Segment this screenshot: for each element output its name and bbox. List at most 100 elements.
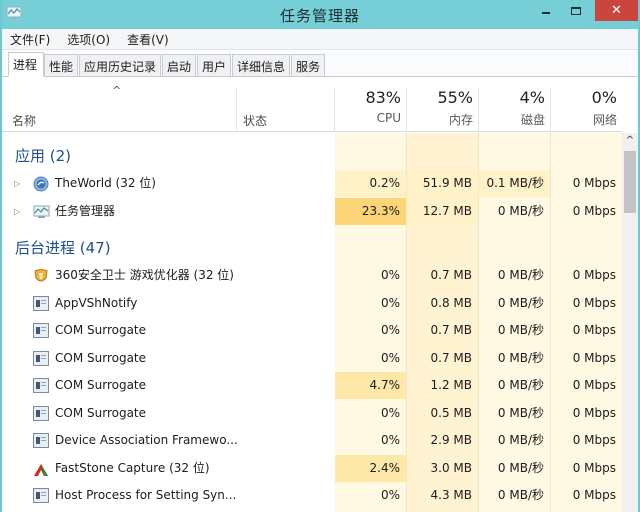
process-row[interactable]: FastStone Capture (32 位) 2.4% 3.0 MB 0 MB/秒…: [2, 454, 622, 482]
disk-value: 0 MB/秒: [497, 295, 544, 310]
menu-options[interactable]: 选项(O): [67, 31, 110, 48]
disk-value: 0 MB/秒: [497, 323, 544, 337]
theworld-browser-icon: [33, 176, 49, 192]
process-name: COM Surrogate: [55, 378, 147, 392]
process-name: COM Surrogate: [55, 350, 147, 365]
maximize-button[interactable]: [562, 0, 590, 21]
network-value: 0 Mbps: [572, 203, 616, 218]
scroll-up-icon[interactable]: ^: [622, 133, 638, 149]
network-value: 0 Mbps: [572, 176, 616, 190]
scroll-thumb[interactable]: [624, 151, 636, 213]
column-divider[interactable]: [236, 88, 237, 131]
disk-total-percent: 4%: [519, 88, 545, 107]
network-value: 0 Mbps: [572, 405, 616, 420]
tab-bar: 进程 性能 应用历史记录 启动 用户 详细信息 服务: [2, 51, 638, 77]
process-row[interactable]: COM Surrogate 0% 0.7 MB 0 MB/秒 0 Mbps: [2, 317, 622, 344]
cpu-value: 0%: [380, 268, 400, 282]
network-value: 0 Mbps: [572, 323, 616, 337]
cpu-value: 0%: [380, 350, 400, 365]
memory-value: 0.5 MB: [430, 405, 472, 420]
memory-label: 内存: [448, 113, 473, 127]
process-row[interactable]: COM Surrogate 4.7% 1.2 MB 0 MB/秒 0 Mbps: [2, 372, 622, 399]
network-total-percent: 0%: [591, 88, 617, 107]
cpu-value: 23.3%: [335, 197, 406, 225]
generic-process-icon: [33, 378, 49, 393]
network-value: 0 Mbps: [572, 460, 616, 475]
disk-value: 0 MB/秒: [497, 460, 544, 475]
process-name: AppVShNotify: [55, 295, 138, 310]
cpu-value: 0.2%: [335, 170, 406, 197]
generic-process-icon: [33, 433, 49, 448]
memory-value: 1.2 MB: [430, 378, 472, 392]
tab-services[interactable]: 服务: [291, 54, 325, 76]
network-label: 网络: [592, 113, 617, 127]
process-name: Device Association Framewo...: [55, 433, 238, 447]
column-disk[interactable]: 4% 磁盘: [479, 88, 545, 128]
network-value: 0 Mbps: [572, 433, 616, 447]
cpu-value: 0%: [380, 295, 400, 310]
minimize-icon: [542, 11, 550, 14]
title-bar: 任务管理器 ✕: [2, 0, 638, 29]
close-button[interactable]: ✕: [595, 0, 638, 21]
generic-process-icon: [33, 488, 49, 503]
expand-arrow-icon[interactable]: ▷: [14, 198, 20, 225]
disk-label: 磁盘: [520, 113, 545, 127]
process-name: TheWorld (32 位): [55, 176, 156, 190]
process-name: Host Process for Setting Syn...: [55, 488, 237, 502]
memory-value: 0.8 MB: [430, 295, 472, 310]
generic-process-icon: [33, 405, 49, 421]
memory-value: 0.7 MB: [430, 350, 472, 365]
network-value: 0 Mbps: [572, 268, 616, 282]
tab-processes[interactable]: 进程: [8, 52, 44, 77]
process-row[interactable]: 360安全卫士 游戏优化器 (32 位) 0% 0.7 MB 0 MB/秒 0 Mbps: [2, 262, 622, 289]
process-row[interactable]: ▷ TheWorld (32 位) 0.2% 51.9 MB 0.1 MB/秒 0 Mbp…: [2, 170, 622, 197]
tab-startup[interactable]: 启动: [162, 54, 196, 76]
generic-process-icon: [33, 323, 49, 338]
process-list: 应用 (2) 后台进程 (47) ▷ TheWorld (32 位) 0.2% 51.…: [2, 133, 622, 512]
column-memory[interactable]: 55% 内存: [407, 88, 473, 128]
menu-view[interactable]: 查看(V): [127, 31, 169, 48]
disk-value: 0 MB/秒: [497, 203, 544, 218]
memory-value: 51.9 MB: [407, 170, 478, 197]
faststone-capture-icon: [33, 461, 49, 476]
memory-value: 2.9 MB: [430, 433, 472, 447]
menu-file[interactable]: 文件(F): [10, 31, 50, 48]
cpu-value: 0%: [380, 488, 400, 502]
column-network[interactable]: 0% 网络: [551, 88, 617, 128]
tab-users[interactable]: 用户: [197, 54, 231, 76]
expand-arrow-icon[interactable]: ▷: [14, 170, 20, 197]
cpu-value: 0%: [380, 433, 400, 447]
task-manager-window: 任务管理器 ✕ 文件(F) 选项(O) 查看(V) 进程 性能 应用历史记录 启…: [0, 0, 640, 512]
process-row[interactable]: Device Association Framewo... 0% 2.9 MB 0 M…: [2, 427, 622, 454]
column-cpu[interactable]: 83% CPU: [335, 88, 401, 125]
tab-performance[interactable]: 性能: [44, 54, 78, 76]
process-name: COM Surrogate: [55, 323, 147, 337]
disk-value: 0 MB/秒: [497, 378, 544, 392]
close-icon: ✕: [611, 3, 622, 18]
tab-details[interactable]: 详细信息: [232, 54, 290, 76]
maximize-icon: [571, 6, 581, 15]
tab-app-history[interactable]: 应用历史记录: [79, 54, 161, 76]
cpu-label: CPU: [376, 111, 401, 125]
column-status[interactable]: 状态: [243, 112, 267, 129]
process-row[interactable]: Host Process for Setting Syn... 0% 4.3 MB 0…: [2, 482, 622, 509]
360-shield-icon: [33, 268, 49, 283]
process-name: COM Surrogate: [55, 405, 147, 420]
memory-total-percent: 55%: [437, 88, 473, 107]
cpu-value: 0%: [380, 405, 400, 420]
process-row[interactable]: COM Surrogate 0% 0.5 MB 0 MB/秒 0 Mbps: [2, 400, 622, 427]
process-row[interactable]: COM Surrogate 0% 0.7 MB 0 MB/秒 0 Mbps: [2, 345, 622, 372]
memory-value: 12.7 MB: [407, 197, 478, 225]
process-row[interactable]: ▷ 任务管理器 23.3% 12.7 MB 0 MB/秒 0 Mbps: [2, 197, 622, 225]
disk-value: 0 MB/秒: [497, 405, 544, 420]
memory-value: 0.7 MB: [430, 323, 472, 337]
group-header-background: 后台进程 (47): [15, 239, 111, 257]
process-row[interactable]: AppVShNotify 0% 0.8 MB 0 MB/秒 0 Mbps: [2, 290, 622, 317]
memory-value: 3.0 MB: [430, 460, 472, 475]
menu-bar: 文件(F) 选项(O) 查看(V): [2, 29, 638, 50]
column-name[interactable]: 名称: [12, 112, 36, 129]
minimize-button[interactable]: [532, 0, 560, 21]
disk-value: 0 MB/秒: [497, 433, 544, 447]
vertical-scrollbar[interactable]: ^: [622, 133, 638, 512]
cpu-total-percent: 83%: [365, 88, 401, 107]
